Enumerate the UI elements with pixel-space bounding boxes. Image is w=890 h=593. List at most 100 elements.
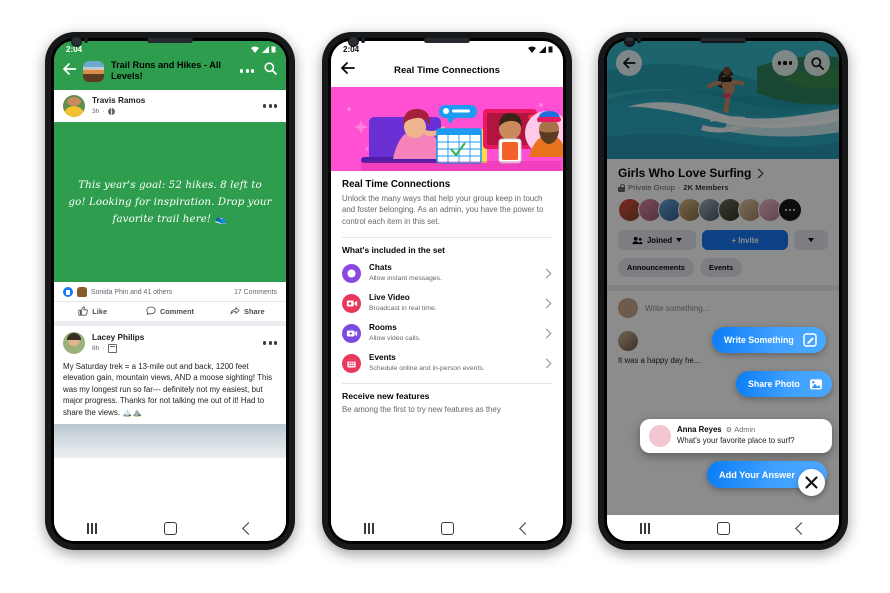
chat-bubble-icon	[342, 263, 361, 283]
back-icon[interactable]	[794, 521, 808, 535]
comment-bubble-icon	[146, 306, 156, 315]
feature-row-events[interactable]: Events Schedule online and in-person eve…	[331, 348, 563, 379]
share-button[interactable]: Share	[209, 306, 286, 316]
avatar[interactable]	[63, 95, 85, 117]
p1-status-icons	[251, 46, 276, 53]
p1-comment-count[interactable]: 17 Comments	[234, 289, 277, 296]
p2-header: Real Time Connections	[331, 56, 563, 87]
feature-row-chats[interactable]: Chats Allow instant messages.	[331, 258, 563, 289]
group-avatar[interactable]	[83, 60, 104, 82]
recents-icon[interactable]	[87, 522, 98, 534]
close-icon[interactable]	[798, 469, 825, 496]
avatar[interactable]	[649, 425, 671, 447]
feature-desc: Broadcast in real time.	[369, 305, 437, 313]
p1-post2-author[interactable]: Lacey Philips	[92, 333, 256, 343]
p2-page-title: Real Time Connections	[394, 64, 500, 76]
more-options-icon[interactable]	[240, 69, 254, 73]
phone-3-screen: Girls Who Love Surfing Private Group · 2…	[607, 41, 839, 541]
boot-reaction-icon	[77, 287, 87, 297]
p1-post1-time: 3h	[92, 108, 100, 115]
feature-row-live-video[interactable]: Live Video Broadcast in real time.	[331, 288, 563, 319]
card-question: What's your favorite place to surf?	[677, 436, 795, 445]
home-icon[interactable]	[440, 521, 454, 535]
p1-post1-stats: Sonida Phin and 41 others 17 Comments	[54, 282, 286, 302]
p1-reaction-summary[interactable]: Sonida Phin and 41 others	[63, 287, 172, 297]
p1-post2-text: My Saturday trek = a 13-mile out and bac…	[54, 356, 286, 425]
phone-1-screen: 2:04 Trail Runs and Hikes - All Levels!	[54, 41, 286, 541]
like-reaction-icon	[63, 287, 73, 297]
phone-2-feature-set: 2:04 Real Time Connections Real Time Con…	[322, 32, 572, 550]
like-button[interactable]: Like	[54, 306, 131, 316]
signal-icon	[539, 46, 546, 53]
comment-button[interactable]: Comment	[131, 306, 208, 316]
home-icon[interactable]	[716, 521, 730, 535]
globe-icon	[107, 108, 115, 115]
p1-post2-photo[interactable]	[54, 424, 286, 459]
back-arrow-icon[interactable]	[63, 62, 77, 80]
card-author: Anna Reyes	[677, 425, 722, 434]
p1-header-actions	[240, 62, 277, 80]
calendar-events-icon	[342, 353, 361, 373]
battery-icon	[548, 46, 553, 53]
live-video-icon	[342, 293, 361, 313]
phone-3-group-page: Girls Who Love Surfing Private Group · 2…	[598, 32, 848, 550]
p2-section-title: Real Time Connections	[342, 179, 451, 190]
p3-system-navbar	[607, 515, 839, 541]
p1-post2-header: Lacey Philips 8h ·	[54, 326, 286, 356]
chevron-right-icon[interactable]	[541, 328, 552, 339]
tooltip-label: Write Something	[724, 335, 794, 345]
search-icon[interactable]	[264, 62, 277, 80]
p2-status-icons	[528, 46, 553, 53]
question-card: Anna Reyes ⚙ Admin What's your favorite …	[640, 419, 832, 453]
p1-system-navbar	[54, 515, 286, 541]
thumbs-up-icon	[78, 306, 89, 316]
post-more-options-icon[interactable]	[263, 104, 277, 108]
wifi-icon	[528, 46, 536, 53]
feature-name: Live Video	[369, 293, 410, 303]
chevron-right-icon[interactable]	[541, 298, 552, 309]
recents-icon[interactable]	[640, 522, 651, 534]
p1-post1-meta: 3h ·	[92, 107, 256, 116]
p1-post1-colored-background[interactable]: This year's goal: 52 hikes. 8 left to go…	[54, 122, 286, 282]
chevron-right-icon[interactable]	[541, 268, 552, 279]
phone-1-group-feed: 2:04 Trail Runs and Hikes - All Levels!	[45, 32, 295, 550]
feature-desc: Schedule online and in-person events.	[369, 365, 485, 373]
chevron-right-icon[interactable]	[541, 358, 552, 369]
post-more-options-icon[interactable]	[263, 341, 277, 345]
back-icon[interactable]	[241, 521, 255, 535]
feature-name: Events	[369, 353, 396, 363]
battery-icon	[271, 46, 276, 53]
video-room-icon	[342, 323, 361, 343]
sensor	[84, 38, 88, 43]
avatar[interactable]	[63, 332, 85, 354]
front-camera	[71, 36, 82, 47]
p2-hero-illustration	[331, 87, 563, 171]
p1-group-title[interactable]: Trail Runs and Hikes - All Levels!	[111, 60, 233, 82]
feature-row-rooms[interactable]: Rooms Allow video calls.	[331, 318, 563, 349]
p1-reaction-text: Sonida Phin and 41 others	[91, 288, 173, 296]
share-arrow-icon	[230, 307, 240, 315]
p2-status-bar: 2:04	[331, 41, 563, 56]
calendar-icon	[107, 344, 117, 353]
recents-icon[interactable]	[364, 522, 375, 534]
back-icon[interactable]	[518, 521, 532, 535]
tooltip-write-something[interactable]: Write Something	[712, 327, 826, 353]
signal-icon	[262, 46, 269, 53]
phone-2-screen: 2:04 Real Time Connections Real Time Con…	[331, 41, 563, 541]
share-label: Share	[244, 306, 265, 316]
earpiece-speaker	[147, 38, 193, 43]
tooltip-label: Add Your Answer	[719, 469, 795, 480]
p2-included-heading: What's included in the set	[342, 245, 445, 256]
photo-icon	[808, 376, 824, 392]
p2-footer-section: Receive new features Be among the first …	[331, 384, 563, 418]
tooltip-label: Share Photo	[748, 379, 800, 389]
earpiece-speaker	[424, 38, 470, 43]
p2-description-section: Real Time Connections Unlock the many wa…	[331, 171, 563, 230]
comment-label: Comment	[159, 306, 195, 316]
p1-group-header: Trail Runs and Hikes - All Levels!	[54, 56, 286, 90]
p1-post1-author[interactable]: Travis Ramos	[92, 96, 256, 106]
home-icon[interactable]	[163, 521, 177, 535]
tooltip-share-photo[interactable]: Share Photo	[736, 371, 832, 397]
screenshot-stage: 2:04 Trail Runs and Hikes - All Levels!	[0, 0, 890, 593]
card-author-row: Anna Reyes ⚙ Admin	[677, 425, 756, 434]
